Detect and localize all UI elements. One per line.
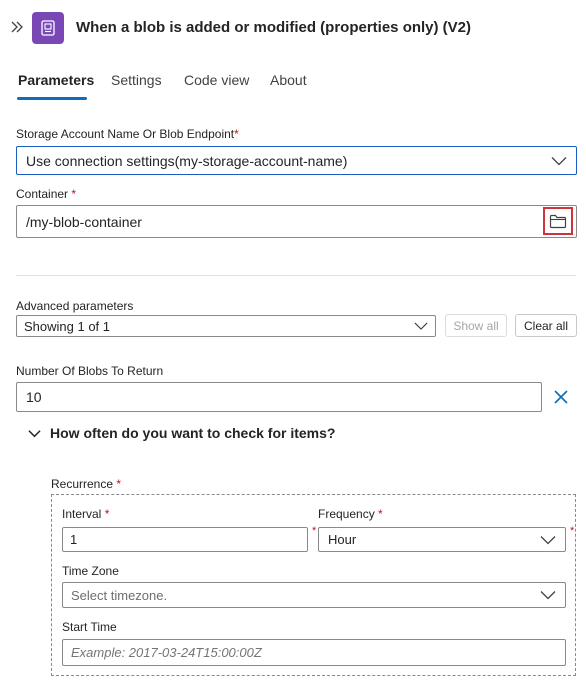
- storage-account-dropdown[interactable]: Use connection settings(my-storage-accou…: [16, 146, 577, 175]
- interval-label-text: Interval: [62, 507, 102, 521]
- number-of-blobs-input[interactable]: 10: [16, 382, 542, 412]
- frequency-dropdown[interactable]: Hour: [318, 527, 566, 552]
- tab-settings[interactable]: Settings: [111, 72, 162, 88]
- required-marker: *: [71, 187, 77, 201]
- chevron-down-icon: [414, 322, 428, 330]
- advanced-parameters-dropdown[interactable]: Showing 1 of 1: [16, 315, 436, 337]
- advanced-parameters-value: Showing 1 of 1: [24, 318, 111, 334]
- chevron-down-icon: [540, 535, 556, 544]
- browse-folder-button[interactable]: [543, 207, 573, 235]
- container-label-text: Container: [16, 187, 69, 201]
- number-of-blobs-label: Number Of Blobs To Return: [16, 364, 164, 378]
- storage-account-value: Use connection settings(my-storage-accou…: [26, 152, 348, 169]
- recurrence-label: Recurrence *: [51, 477, 121, 491]
- timezone-placeholder: Select timezone.: [71, 587, 168, 603]
- chevron-double-right-icon: [11, 21, 23, 33]
- active-tab-indicator: [17, 97, 87, 100]
- frequency-value: Hour: [328, 532, 357, 547]
- required-marker: *: [378, 507, 383, 521]
- frequency-label-text: Frequency: [318, 507, 375, 521]
- recurrence-section-toggle[interactable]: How often do you want to check for items…: [28, 424, 335, 442]
- folder-icon: [549, 214, 567, 228]
- start-time-label: Start Time: [62, 620, 117, 634]
- container-value: /my-blob-container: [26, 213, 142, 230]
- interval-value: 1: [70, 532, 78, 547]
- section-divider: [16, 275, 576, 276]
- chevron-down-icon: [551, 156, 567, 165]
- advanced-parameters-label: Advanced parameters: [16, 299, 134, 313]
- required-marker: *: [312, 525, 317, 537]
- required-marker: *: [104, 507, 110, 521]
- tab-about[interactable]: About: [270, 72, 307, 88]
- app-icon: [32, 12, 64, 44]
- container-label: Container *: [16, 187, 76, 201]
- blob-trigger-icon: [41, 20, 55, 36]
- interval-label: Interval *: [62, 507, 109, 521]
- remove-parameter-button[interactable]: [553, 389, 569, 405]
- storage-account-label: Storage Account Name Or Blob Endpoint*: [16, 127, 239, 141]
- timezone-dropdown[interactable]: Select timezone.: [62, 582, 566, 608]
- required-marker: *: [570, 525, 575, 537]
- required-marker: *: [116, 477, 122, 491]
- chevron-down-icon: [28, 429, 41, 437]
- page-title: When a blob is added or modified (proper…: [76, 19, 472, 36]
- interval-input[interactable]: 1: [62, 527, 308, 552]
- start-time-placeholder: Example: 2017-03-24T15:00:00Z: [71, 645, 262, 660]
- close-icon: [554, 390, 568, 404]
- chevron-down-icon: [540, 591, 556, 600]
- number-of-blobs-value: 10: [26, 389, 42, 405]
- storage-account-label-text: Storage Account Name Or Blob Endpoint: [16, 127, 235, 141]
- container-input[interactable]: /my-blob-container: [16, 205, 577, 238]
- clear-all-button[interactable]: Clear all: [515, 314, 577, 337]
- recurrence-label-text: Recurrence: [51, 477, 114, 491]
- tab-parameters[interactable]: Parameters: [18, 72, 94, 88]
- required-marker: *: [234, 127, 239, 141]
- section-title: How often do you want to check for items…: [50, 425, 336, 441]
- start-time-input[interactable]: Example: 2017-03-24T15:00:00Z: [62, 639, 566, 666]
- frequency-label: Frequency *: [318, 507, 383, 521]
- collapse-panel-button[interactable]: [8, 16, 26, 38]
- tab-code-view[interactable]: Code view: [184, 72, 249, 88]
- show-all-button[interactable]: Show all: [445, 314, 507, 337]
- timezone-label: Time Zone: [62, 564, 119, 578]
